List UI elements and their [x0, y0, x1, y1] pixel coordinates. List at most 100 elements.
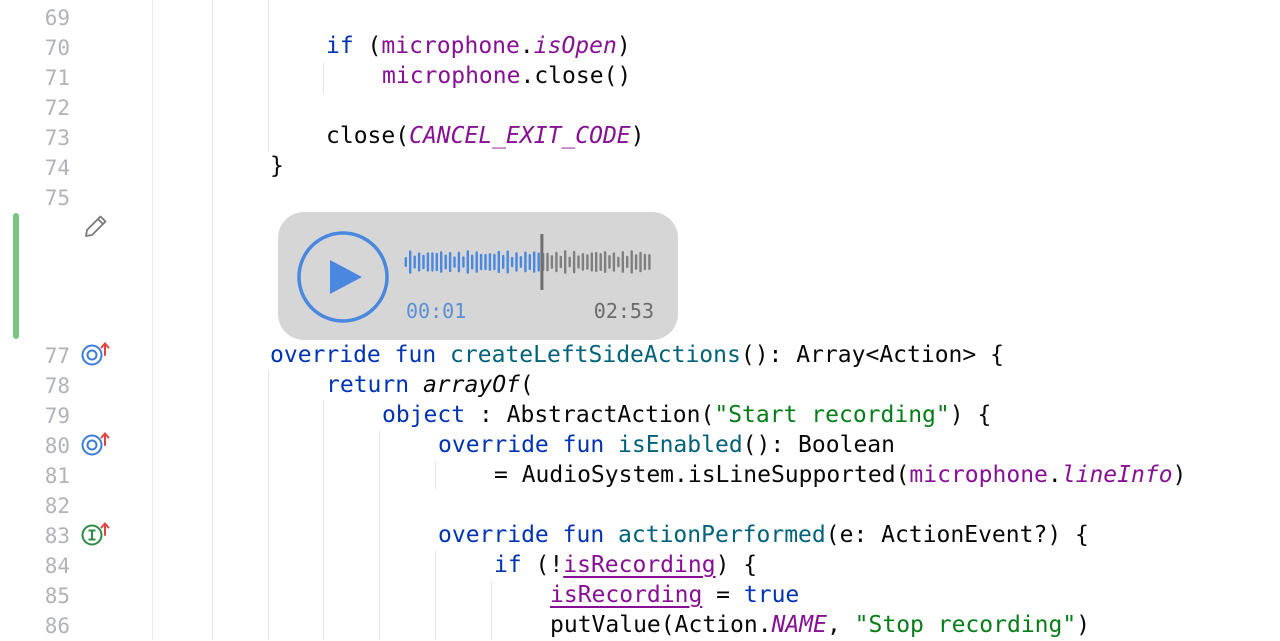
keyword: override	[438, 432, 549, 458]
keyword: true	[743, 582, 800, 608]
indent-guide	[268, 0, 269, 152]
keyword: fun	[562, 522, 605, 548]
implementing-method-icon[interactable]	[80, 521, 110, 547]
waveform-bar	[413, 255, 416, 269]
code-line-71[interactable]: microphone.close()	[382, 61, 631, 91]
audio-player: 00:01 02:53	[278, 212, 678, 340]
function-name: createLeftSideActions	[450, 342, 741, 368]
waveform-bar	[515, 252, 518, 272]
code-line-85[interactable]: isRecording = true	[550, 580, 799, 610]
line-number: 74	[44, 156, 70, 180]
waveform-bar	[528, 254, 531, 271]
waveform-bar	[546, 252, 549, 272]
code-line-74[interactable]: }	[270, 151, 284, 181]
line-number: 83	[44, 524, 70, 548]
code-line-81[interactable]: = AudioSystem.isLineSupported(microphone…	[494, 460, 1186, 490]
code-line-70[interactable]: if (microphone.isOpen)	[326, 31, 631, 61]
audio-waveform[interactable]	[404, 232, 652, 292]
code-line-83[interactable]: override fun actionPerformed(e: ActionEv…	[438, 520, 1089, 550]
waveform-bar	[621, 251, 624, 273]
waveform-bar	[404, 257, 407, 267]
waveform-bar	[409, 250, 412, 274]
indent-guide	[323, 62, 324, 94]
waveform-bar	[639, 251, 642, 273]
waveform-bar	[555, 251, 558, 273]
waveform-bar	[519, 256, 523, 268]
waveform-bar	[431, 252, 434, 272]
code-text: ,	[826, 612, 855, 638]
waveform-bar	[595, 251, 598, 273]
line-number: 78	[44, 374, 70, 398]
code-text: ) {	[715, 552, 758, 578]
code-text: (e: ActionEvent?) {	[825, 522, 1089, 548]
code-line-79[interactable]: object : AbstractAction("Start recording…	[382, 400, 991, 430]
keyword: override	[270, 342, 381, 368]
waveform-bar	[537, 252, 540, 272]
waveform-bar	[484, 253, 487, 271]
line-number: 79	[44, 404, 70, 428]
line-number: 84	[44, 554, 70, 578]
total-time: 02:53	[593, 299, 654, 323]
waveform-bar	[457, 251, 461, 273]
waveform-bar	[497, 250, 500, 274]
indent-guide	[379, 430, 380, 640]
code-text: =	[702, 582, 744, 608]
code-text: }	[270, 153, 284, 179]
indent-guide	[491, 580, 492, 640]
waveform-bar	[422, 254, 425, 270]
waveform-bar	[453, 256, 456, 268]
waveform-bar	[448, 251, 452, 273]
function-name: actionPerformed	[618, 522, 826, 548]
code-line-80[interactable]: override fun isEnabled(): Boolean	[438, 430, 895, 460]
line-number: 86	[44, 614, 70, 638]
code-text: (): Array<Action> {	[740, 342, 1004, 368]
waveform-bar	[475, 251, 478, 273]
code-editor[interactable]: 69 70 71 72 73 74 75 77 78 79 80 81 82 8…	[0, 0, 1280, 640]
code-line-77[interactable]: override fun createLeftSideActions(): Ar…	[270, 340, 1004, 370]
waveform-bar	[417, 252, 421, 272]
indent-guide	[435, 550, 436, 640]
indent-guide	[268, 370, 269, 640]
overriding-method-icon[interactable]	[80, 431, 110, 457]
waveform-bar	[608, 255, 611, 269]
keyword: object	[382, 402, 466, 428]
code-text: (!	[521, 552, 564, 578]
code-text: .	[519, 33, 534, 59]
code-text: )	[1172, 462, 1187, 488]
playhead-cursor[interactable]	[540, 234, 544, 290]
indent-guide	[323, 400, 324, 640]
pencil-icon[interactable]	[82, 212, 110, 240]
play-icon[interactable]	[296, 230, 390, 324]
waveform-bar	[603, 251, 607, 273]
waveform-bar	[479, 253, 483, 271]
code-text: )	[630, 123, 645, 149]
line-number: 82	[44, 494, 70, 518]
line-number: 73	[44, 126, 70, 150]
current-time: 00:01	[406, 299, 467, 323]
code-line-73[interactable]: close(CANCEL_EXIT_CODE)	[326, 121, 645, 151]
property: microphone	[909, 462, 1048, 488]
constant: CANCEL_EXIT_CODE	[409, 123, 631, 149]
code-line-86[interactable]: putValue(Action.NAME, "Stop recording")	[550, 610, 1090, 640]
keyword: if	[494, 552, 522, 578]
code-line-84[interactable]: if (!isRecording) {	[494, 550, 757, 580]
keyword: fun	[562, 432, 605, 458]
waveform-bar	[440, 251, 443, 273]
line-number: 77	[44, 344, 70, 368]
keyword: override	[438, 522, 549, 548]
line-number: 85	[44, 584, 70, 608]
waveform-bar	[648, 254, 651, 270]
waveform-bar	[572, 250, 576, 274]
code-text: : AbstractAction(	[465, 402, 715, 428]
property: isRecording	[563, 552, 716, 578]
keyword: return	[326, 372, 410, 398]
waveform-bar	[590, 252, 593, 272]
overriding-method-icon[interactable]	[80, 341, 110, 367]
vcs-change-marker[interactable]	[13, 213, 19, 339]
code-text: (	[353, 33, 382, 59]
code-line-78[interactable]: return arrayOf(	[326, 370, 534, 400]
code-text: )	[1076, 612, 1091, 638]
keyword: if	[326, 33, 354, 59]
waveform-bar	[533, 251, 536, 273]
gutter-separator	[152, 0, 153, 640]
